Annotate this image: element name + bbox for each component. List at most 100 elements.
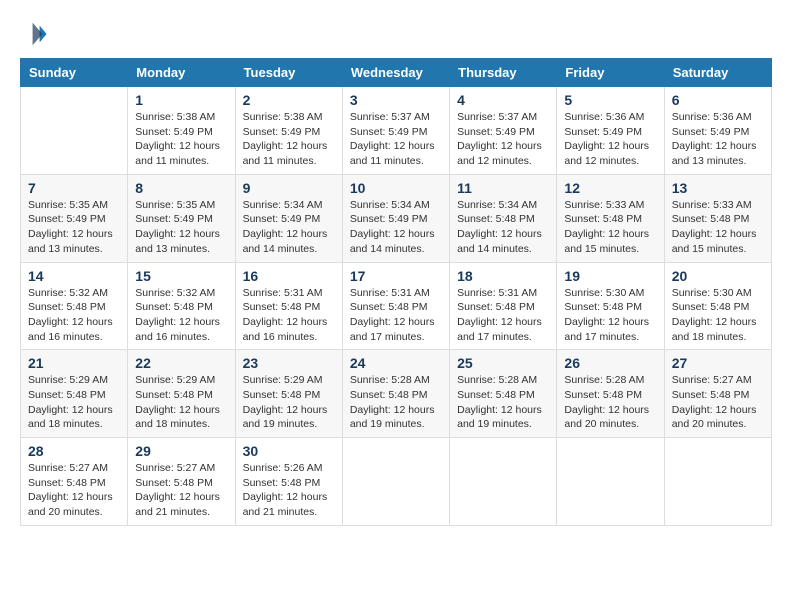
day-info: Sunrise: 5:31 AM Sunset: 5:48 PM Dayligh… [457,286,549,345]
day-number: 24 [350,355,442,371]
day-info: Sunrise: 5:29 AM Sunset: 5:48 PM Dayligh… [243,373,335,432]
calendar-cell [557,438,664,526]
day-number: 15 [135,268,227,284]
calendar-cell: 28 Sunrise: 5:27 AM Sunset: 5:48 PM Dayli… [21,438,128,526]
calendar-cell: 7 Sunrise: 5:35 AM Sunset: 5:49 PM Daylig… [21,174,128,262]
day-info: Sunrise: 5:34 AM Sunset: 5:48 PM Dayligh… [457,198,549,257]
day-number: 27 [672,355,764,371]
day-header-sunday: Sunday [21,59,128,87]
calendar-cell: 3 Sunrise: 5:37 AM Sunset: 5:49 PM Daylig… [342,87,449,175]
day-number: 26 [564,355,656,371]
calendar-cell: 13Sunrise: 5:33 AM Sunset: 5:48 PM Dayli… [664,174,771,262]
calendar-cell: 11 Sunrise: 5:34 AM Sunset: 5:48 PM Dayli… [450,174,557,262]
week-row-4: 21 Sunrise: 5:29 AM Sunset: 5:48 PM Dayli… [21,350,772,438]
calendar-cell: 16 Sunrise: 5:31 AM Sunset: 5:48 PM Dayli… [235,262,342,350]
day-header-wednesday: Wednesday [342,59,449,87]
day-number: 4 [457,92,549,108]
logo [20,20,52,48]
day-info: Sunrise: 5:35 AM Sunset: 5:49 PM Dayligh… [135,198,227,257]
calendar-cell: 14 Sunrise: 5:32 AM Sunset: 5:48 PM Dayli… [21,262,128,350]
calendar-cell: 26 Sunrise: 5:28 AM Sunset: 5:48 PM Dayli… [557,350,664,438]
day-info: Sunrise: 5:28 AM Sunset: 5:48 PM Dayligh… [564,373,656,432]
calendar-cell: 24 Sunrise: 5:28 AM Sunset: 5:48 PM Dayli… [342,350,449,438]
page-header [20,20,772,48]
day-header-saturday: Saturday [664,59,771,87]
week-row-5: 28 Sunrise: 5:27 AM Sunset: 5:48 PM Dayli… [21,438,772,526]
day-number: 25 [457,355,549,371]
day-number: 16 [243,268,335,284]
calendar-cell: 19Sunrise: 5:30 AM Sunset: 5:48 PM Dayli… [557,262,664,350]
day-info: Sunrise: 5:31 AM Sunset: 5:48 PM Dayligh… [350,286,442,345]
day-number: 18 [457,268,549,284]
calendar-cell: 12Sunrise: 5:33 AM Sunset: 5:48 PM Dayli… [557,174,664,262]
day-number: 23 [243,355,335,371]
day-info: Sunrise: 5:35 AM Sunset: 5:49 PM Dayligh… [28,198,120,257]
day-info: Sunrise: 5:28 AM Sunset: 5:48 PM Dayligh… [457,373,549,432]
week-row-1: 1 Sunrise: 5:38 AM Sunset: 5:49 PM Daylig… [21,87,772,175]
calendar-cell: 6 Sunrise: 5:36 AM Sunset: 5:49 PM Daylig… [664,87,771,175]
calendar-cell: 4 Sunrise: 5:37 AM Sunset: 5:49 PM Daylig… [450,87,557,175]
calendar-table: SundayMondayTuesdayWednesdayThursdayFrid… [20,58,772,526]
day-info: Sunrise: 5:38 AM Sunset: 5:49 PM Dayligh… [135,110,227,169]
logo-icon [20,20,48,48]
day-info: Sunrise: 5:38 AM Sunset: 5:49 PM Dayligh… [243,110,335,169]
day-info: Sunrise: 5:27 AM Sunset: 5:48 PM Dayligh… [672,373,764,432]
day-info: Sunrise: 5:29 AM Sunset: 5:48 PM Dayligh… [135,373,227,432]
calendar-cell: 27 Sunrise: 5:27 AM Sunset: 5:48 PM Dayli… [664,350,771,438]
day-number: 14 [28,268,120,284]
day-number: 21 [28,355,120,371]
day-info: Sunrise: 5:32 AM Sunset: 5:48 PM Dayligh… [135,286,227,345]
calendar-cell: 17 Sunrise: 5:31 AM Sunset: 5:48 PM Dayli… [342,262,449,350]
calendar-cell: 18 Sunrise: 5:31 AM Sunset: 5:48 PM Dayli… [450,262,557,350]
day-header-tuesday: Tuesday [235,59,342,87]
day-number: 20 [672,268,764,284]
day-number: 3 [350,92,442,108]
day-info: Sunrise: 5:30 AM Sunset: 5:48 PM Dayligh… [672,286,764,345]
calendar-cell: 23 Sunrise: 5:29 AM Sunset: 5:48 PM Dayli… [235,350,342,438]
day-header-friday: Friday [557,59,664,87]
day-info: Sunrise: 5:37 AM Sunset: 5:49 PM Dayligh… [457,110,549,169]
calendar-cell: 30 Sunrise: 5:26 AM Sunset: 5:48 PM Dayli… [235,438,342,526]
day-info: Sunrise: 5:26 AM Sunset: 5:48 PM Dayligh… [243,461,335,520]
day-number: 22 [135,355,227,371]
calendar-cell: 29Sunrise: 5:27 AM Sunset: 5:48 PM Dayli… [128,438,235,526]
day-info: Sunrise: 5:34 AM Sunset: 5:49 PM Dayligh… [243,198,335,257]
calendar-cell [21,87,128,175]
week-row-2: 7 Sunrise: 5:35 AM Sunset: 5:49 PM Daylig… [21,174,772,262]
day-info: Sunrise: 5:37 AM Sunset: 5:49 PM Dayligh… [350,110,442,169]
day-number: 28 [28,443,120,459]
calendar-cell [450,438,557,526]
day-number: 1 [135,92,227,108]
week-row-3: 14 Sunrise: 5:32 AM Sunset: 5:48 PM Dayli… [21,262,772,350]
day-header-thursday: Thursday [450,59,557,87]
calendar-cell: 21Sunrise: 5:29 AM Sunset: 5:48 PM Dayli… [21,350,128,438]
calendar-cell: 5 Sunrise: 5:36 AM Sunset: 5:49 PM Daylig… [557,87,664,175]
day-info: Sunrise: 5:34 AM Sunset: 5:49 PM Dayligh… [350,198,442,257]
day-number: 29 [135,443,227,459]
day-number: 7 [28,180,120,196]
day-header-monday: Monday [128,59,235,87]
day-info: Sunrise: 5:27 AM Sunset: 5:48 PM Dayligh… [28,461,120,520]
day-info: Sunrise: 5:33 AM Sunset: 5:48 PM Dayligh… [672,198,764,257]
day-number: 30 [243,443,335,459]
day-info: Sunrise: 5:31 AM Sunset: 5:48 PM Dayligh… [243,286,335,345]
day-number: 17 [350,268,442,284]
day-info: Sunrise: 5:28 AM Sunset: 5:48 PM Dayligh… [350,373,442,432]
calendar-cell: 22 Sunrise: 5:29 AM Sunset: 5:48 PM Dayli… [128,350,235,438]
day-number: 12 [564,180,656,196]
day-number: 10 [350,180,442,196]
day-number: 5 [564,92,656,108]
calendar-cell [342,438,449,526]
calendar-cell [664,438,771,526]
calendar-cell: 20 Sunrise: 5:30 AM Sunset: 5:48 PM Dayli… [664,262,771,350]
calendar-header-row: SundayMondayTuesdayWednesdayThursdayFrid… [21,59,772,87]
day-number: 8 [135,180,227,196]
day-number: 19 [564,268,656,284]
day-info: Sunrise: 5:36 AM Sunset: 5:49 PM Dayligh… [672,110,764,169]
calendar-cell: 8 Sunrise: 5:35 AM Sunset: 5:49 PM Daylig… [128,174,235,262]
calendar-cell: 9Sunrise: 5:34 AM Sunset: 5:49 PM Daylig… [235,174,342,262]
day-info: Sunrise: 5:36 AM Sunset: 5:49 PM Dayligh… [564,110,656,169]
day-number: 6 [672,92,764,108]
day-number: 11 [457,180,549,196]
day-info: Sunrise: 5:32 AM Sunset: 5:48 PM Dayligh… [28,286,120,345]
